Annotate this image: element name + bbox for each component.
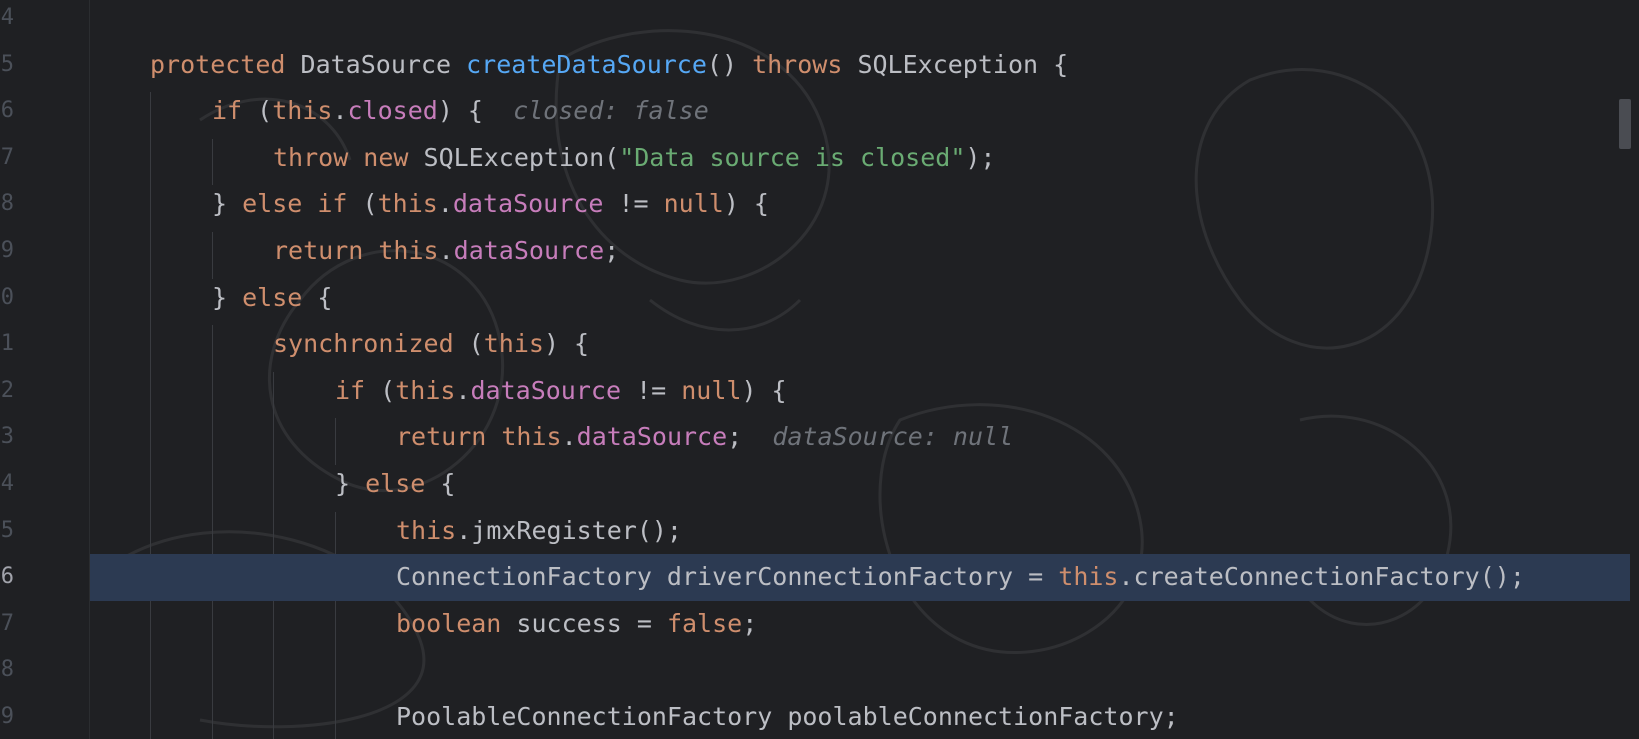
code-token: this — [395, 375, 456, 405]
code-line[interactable]: } else { — [0, 461, 1630, 508]
code-token: . — [332, 96, 348, 126]
code-line[interactable]: return this.dataSource; — [0, 228, 1630, 275]
code-token: ( — [257, 96, 273, 126]
code-text: boolean success = false; — [396, 601, 757, 648]
code-text: } else { — [212, 275, 332, 322]
code-token: closed — [347, 96, 438, 126]
code-line[interactable] — [0, 647, 1630, 694]
code-token: ( — [362, 189, 378, 219]
code-token: throw new — [273, 142, 424, 172]
code-token: ; — [727, 422, 773, 452]
code-text: protected DataSource createDataSource() … — [150, 42, 1068, 89]
code-token: .jmxRegister(); — [456, 515, 682, 545]
code-token: } — [212, 282, 243, 312]
code-line[interactable]: return this.dataSource; dataSource: null — [0, 414, 1630, 461]
code-token: ( — [380, 375, 396, 405]
code-token: return this — [396, 422, 562, 452]
code-token: .createConnectionFactory(); — [1118, 562, 1525, 592]
code-token: null — [681, 375, 742, 405]
code-text: synchronized (this) { — [273, 321, 589, 368]
code-token: } — [212, 189, 243, 219]
code-token: ( — [468, 329, 484, 359]
code-line[interactable] — [0, 0, 1630, 42]
code-line[interactable]: if (this.closed) { closed: false — [0, 88, 1630, 135]
code-token: DataSource — [300, 49, 467, 79]
code-line[interactable]: throw new SQLException("Data source is c… — [0, 135, 1630, 182]
code-token: dataSource — [470, 375, 622, 405]
current-line[interactable]: ConnectionFactory driverConnectionFactor… — [90, 554, 1630, 601]
code-text: throw new SQLException("Data source is c… — [273, 135, 995, 182]
code-line[interactable]: protected DataSource createDataSource() … — [0, 42, 1630, 89]
code-token: != — [621, 375, 682, 405]
code-line[interactable]: this.jmxRegister(); — [0, 508, 1630, 555]
code-token: . — [437, 189, 453, 219]
code-token: this — [377, 189, 438, 219]
code-token: else if — [242, 189, 363, 219]
code-token: ) { — [437, 96, 514, 126]
code-token: this — [1058, 562, 1119, 592]
code-token: synchronized — [273, 329, 469, 359]
code-token: ) { — [723, 189, 769, 219]
code-token: () — [706, 49, 753, 79]
code-token: { — [317, 282, 333, 312]
code-line[interactable]: } else if (this.dataSource != null) { — [0, 181, 1630, 228]
code-line[interactable]: synchronized (this) { — [0, 321, 1630, 368]
code-text: if (this.closed) { closed: false — [212, 88, 709, 135]
code-token: ; — [604, 236, 620, 265]
line-number[interactable]: 6 — [0, 554, 14, 601]
code-token: { — [440, 469, 456, 498]
code-token: . — [561, 422, 577, 452]
code-token: this — [396, 515, 457, 545]
code-token: dataSource — [453, 236, 605, 265]
code-line[interactable]: } else { — [0, 275, 1630, 322]
code-token: PoolableConnectionFactory poolableConnec… — [396, 702, 1179, 731]
code-token: if — [212, 96, 258, 126]
code-token: createDataSource — [466, 49, 707, 79]
vertical-scrollbar-thumb[interactable] — [1619, 99, 1631, 149]
code-token: success = — [516, 608, 667, 638]
code-text: } else if (this.dataSource != null) { — [212, 181, 769, 228]
code-token: null — [663, 189, 724, 219]
code-text: return this.dataSource; — [273, 228, 619, 275]
code-text: ConnectionFactory driverConnectionFactor… — [396, 554, 1525, 601]
code-token: dataSource — [576, 422, 728, 452]
code-token: } — [335, 469, 366, 498]
code-token: return this — [273, 236, 439, 265]
code-token: if — [335, 375, 381, 405]
code-token: SQLException { — [857, 49, 1069, 79]
code-line[interactable]: PoolableConnectionFactory poolableConnec… — [0, 694, 1630, 739]
code-token: else — [242, 282, 318, 312]
code-text: return this.dataSource; dataSource: null — [396, 414, 1013, 461]
code-token: ); — [965, 142, 996, 172]
code-token: boolean — [396, 608, 517, 638]
code-line[interactable]: boolean success = false; — [0, 601, 1630, 648]
code-token: "Data source is closed" — [619, 142, 966, 172]
code-token: dataSource — [452, 189, 604, 219]
code-token: throws — [752, 49, 858, 79]
code-token: ) { — [543, 329, 590, 359]
code-token: . — [438, 236, 454, 265]
code-token: ConnectionFactory driverConnectionFactor… — [396, 562, 1059, 592]
code-token: != — [603, 189, 664, 219]
code-editor[interactable]: 4567890123456789 protected DataSource cr… — [0, 0, 1639, 739]
code-token: . — [455, 375, 471, 405]
inline-debug-value: dataSource: null — [772, 422, 1014, 452]
code-token: SQLException( — [423, 142, 620, 172]
code-token: else — [365, 469, 441, 498]
code-token: ; — [742, 608, 758, 638]
code-text: } else { — [335, 461, 455, 508]
code-token: this — [272, 96, 333, 126]
code-token: this — [483, 329, 544, 359]
code-text: PoolableConnectionFactory poolableConnec… — [396, 694, 1179, 739]
code-text: this.jmxRegister(); — [396, 508, 682, 555]
inline-debug-value: closed: false — [513, 96, 709, 126]
code-token: ) { — [741, 375, 787, 405]
code-token: false — [666, 608, 743, 638]
code-text: if (this.dataSource != null) { — [335, 368, 787, 415]
code-token: protected — [150, 49, 301, 79]
code-line[interactable]: if (this.dataSource != null) { — [0, 368, 1630, 415]
